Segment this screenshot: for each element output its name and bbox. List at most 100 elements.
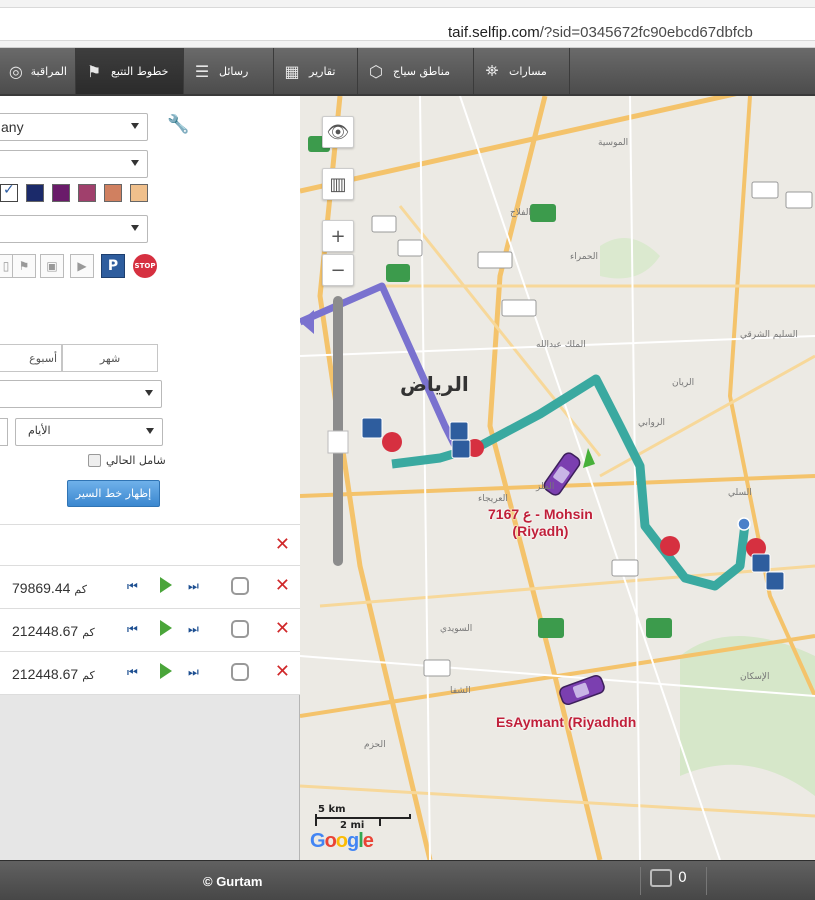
show-track-button[interactable]: إظهار خط السير [67,480,160,507]
parking-marker-icon [751,553,771,573]
tab-messages[interactable]: ☰ رسائل [184,48,274,94]
play-icon[interactable] [160,663,172,679]
select-value: الأيام [28,425,51,437]
tab-reports[interactable]: ▦ تقارير [274,48,358,94]
track-distance: 212448.67 كم [12,666,95,682]
track-settings-panel: any 🔧 ✓ ▯ ⚑ ▣ ▶ P STOP شهر أسبوع الأيام … [0,96,300,860]
distance-unit: كم [82,670,95,682]
color-swatch[interactable] [26,184,44,202]
vehicle-label-mohsin[interactable]: 7167 ع - Mohsin (Riyadh) [488,506,593,540]
stop-marker-icon [382,432,402,452]
fast-forward-icon[interactable]: ⏭ [188,622,199,637]
browser-url-bar: taif.selfip.com/?sid=0345672fc90ebcd67db… [0,0,815,48]
chevron-down-icon [145,390,153,396]
play-icon[interactable] [160,620,172,636]
map-layers-icon[interactable]: ▥ [322,168,354,200]
inbox-icon [650,869,672,887]
parking-marker-icon [451,439,471,459]
days-select[interactable]: الأيام [15,418,163,446]
road-shield-icon [646,618,672,638]
tab-geofences[interactable]: ⬡ مناطق سياج [358,48,474,94]
fast-forward-icon[interactable]: ⏭ [188,665,199,680]
color-swatch[interactable] [130,184,148,202]
address-field[interactable]: taif.selfip.com/?sid=0345672fc90ebcd67db… [0,7,815,41]
color-swatch-selected[interactable]: ✓ [0,182,18,202]
unit-name: 7167 ع - Mohsin (Riyadh) [488,506,593,539]
chevron-down-icon [131,160,139,166]
video-icon[interactable]: ▶ [70,254,94,278]
track-settings-icon[interactable] [231,577,249,595]
distance-value: 212448.67 [12,666,79,682]
line-width-select[interactable] [0,215,148,243]
track-endpoint-marker [737,517,751,531]
interval-tab-week[interactable]: أسبوع [0,344,62,372]
include-current-row[interactable]: شامل الحالي [88,454,166,467]
track-arrow [300,310,314,334]
track-settings-icon[interactable] [231,663,249,681]
flag-icon[interactable]: ⚑ [12,254,36,278]
rewind-icon[interactable]: ⏮ [127,622,138,637]
district-label: الموسية [598,138,629,148]
district-label: الحزم [364,740,386,750]
rewind-icon[interactable]: ⏮ [127,665,138,680]
period-select[interactable] [0,380,162,408]
track-row: 79869.44 كم ⏮ ⏭ ✕ [0,566,300,609]
vehicle-label-esaymant[interactable]: EsAymant (Riyadhdh [496,714,636,731]
track-form: any 🔧 ✓ ▯ ⚑ ▣ ▶ P STOP شهر أسبوع الأيام … [0,96,300,524]
fast-forward-icon[interactable]: ⏭ [188,579,199,594]
track-settings-icon[interactable] [231,620,249,638]
play-icon[interactable] [160,577,172,593]
footer-divider [706,867,707,895]
rewind-icon[interactable]: ⏮ [127,579,138,594]
zoom-slider-handle[interactable] [327,430,349,454]
track-distance: 79869.44 كم [12,580,87,596]
district-label: الملك عبدالله [536,340,586,350]
clear-all-close-icon[interactable]: ✕ [275,536,290,554]
road-shield-icon [386,264,410,282]
include-current-checkbox[interactable] [88,454,101,467]
messages-count: 0 [678,870,687,886]
delete-track-close-icon[interactable]: ✕ [275,620,290,638]
distance-unit: كم [82,627,95,639]
map-view[interactable]: 👁 ▥ + − الرياض الموسية الفلاح الحمراء ال… [300,96,815,860]
messages-icon: ☰ [194,61,210,81]
track-type-select[interactable] [0,150,148,178]
interval-tab-month[interactable]: شهر [62,344,158,372]
url-host: taif.selfip.com [448,24,540,41]
eye-icon[interactable]: 👁 [322,116,354,148]
track-row: 212448.67 كم ⏮ ⏭ ✕ [0,609,300,652]
road-shield-icon [530,204,556,222]
distance-unit: كم [74,584,87,596]
zoom-out-button[interactable]: − [322,254,354,286]
tab-tracks[interactable]: ⚑ خطوط التتبع [76,48,184,94]
wrench-icon[interactable]: 🔧 [167,114,189,135]
tab-routes[interactable]: ⛯ مسارات [474,48,570,94]
color-swatch[interactable] [52,184,70,202]
color-swatch[interactable] [104,184,122,202]
image-icon[interactable]: ▣ [40,254,64,278]
count-input[interactable] [0,418,8,446]
delete-track-close-icon[interactable]: ✕ [275,577,290,595]
distance-value: 212448.67 [12,623,79,639]
district-label: السليم الشرقي [740,330,798,340]
parking-icon[interactable]: P [101,254,125,278]
status-footer: © Gurtam 0 [0,860,815,900]
report-icon: ▦ [284,61,300,81]
distance-value: 79869.44 [12,580,71,596]
road-shield-icon [611,559,639,577]
tab-monitoring[interactable]: ◎ المراقبة [0,48,76,94]
park-area [600,238,660,279]
stop-icon[interactable]: STOP [133,254,157,278]
district-label: الشفا [450,686,471,696]
unit-select[interactable]: any [0,113,148,141]
chevron-down-icon [146,428,154,434]
messages-counter[interactable]: 0 [650,869,687,887]
color-swatch[interactable] [78,184,96,202]
vehicle-direction-arrow [583,448,595,468]
delete-track-close-icon[interactable]: ✕ [275,663,290,681]
zoom-in-button[interactable]: + [322,220,354,252]
tab-label: مناطق سياج [393,64,450,78]
tab-label: المراقبة [30,64,67,78]
road-shield-icon [371,215,397,233]
road-shield-icon [785,191,813,209]
